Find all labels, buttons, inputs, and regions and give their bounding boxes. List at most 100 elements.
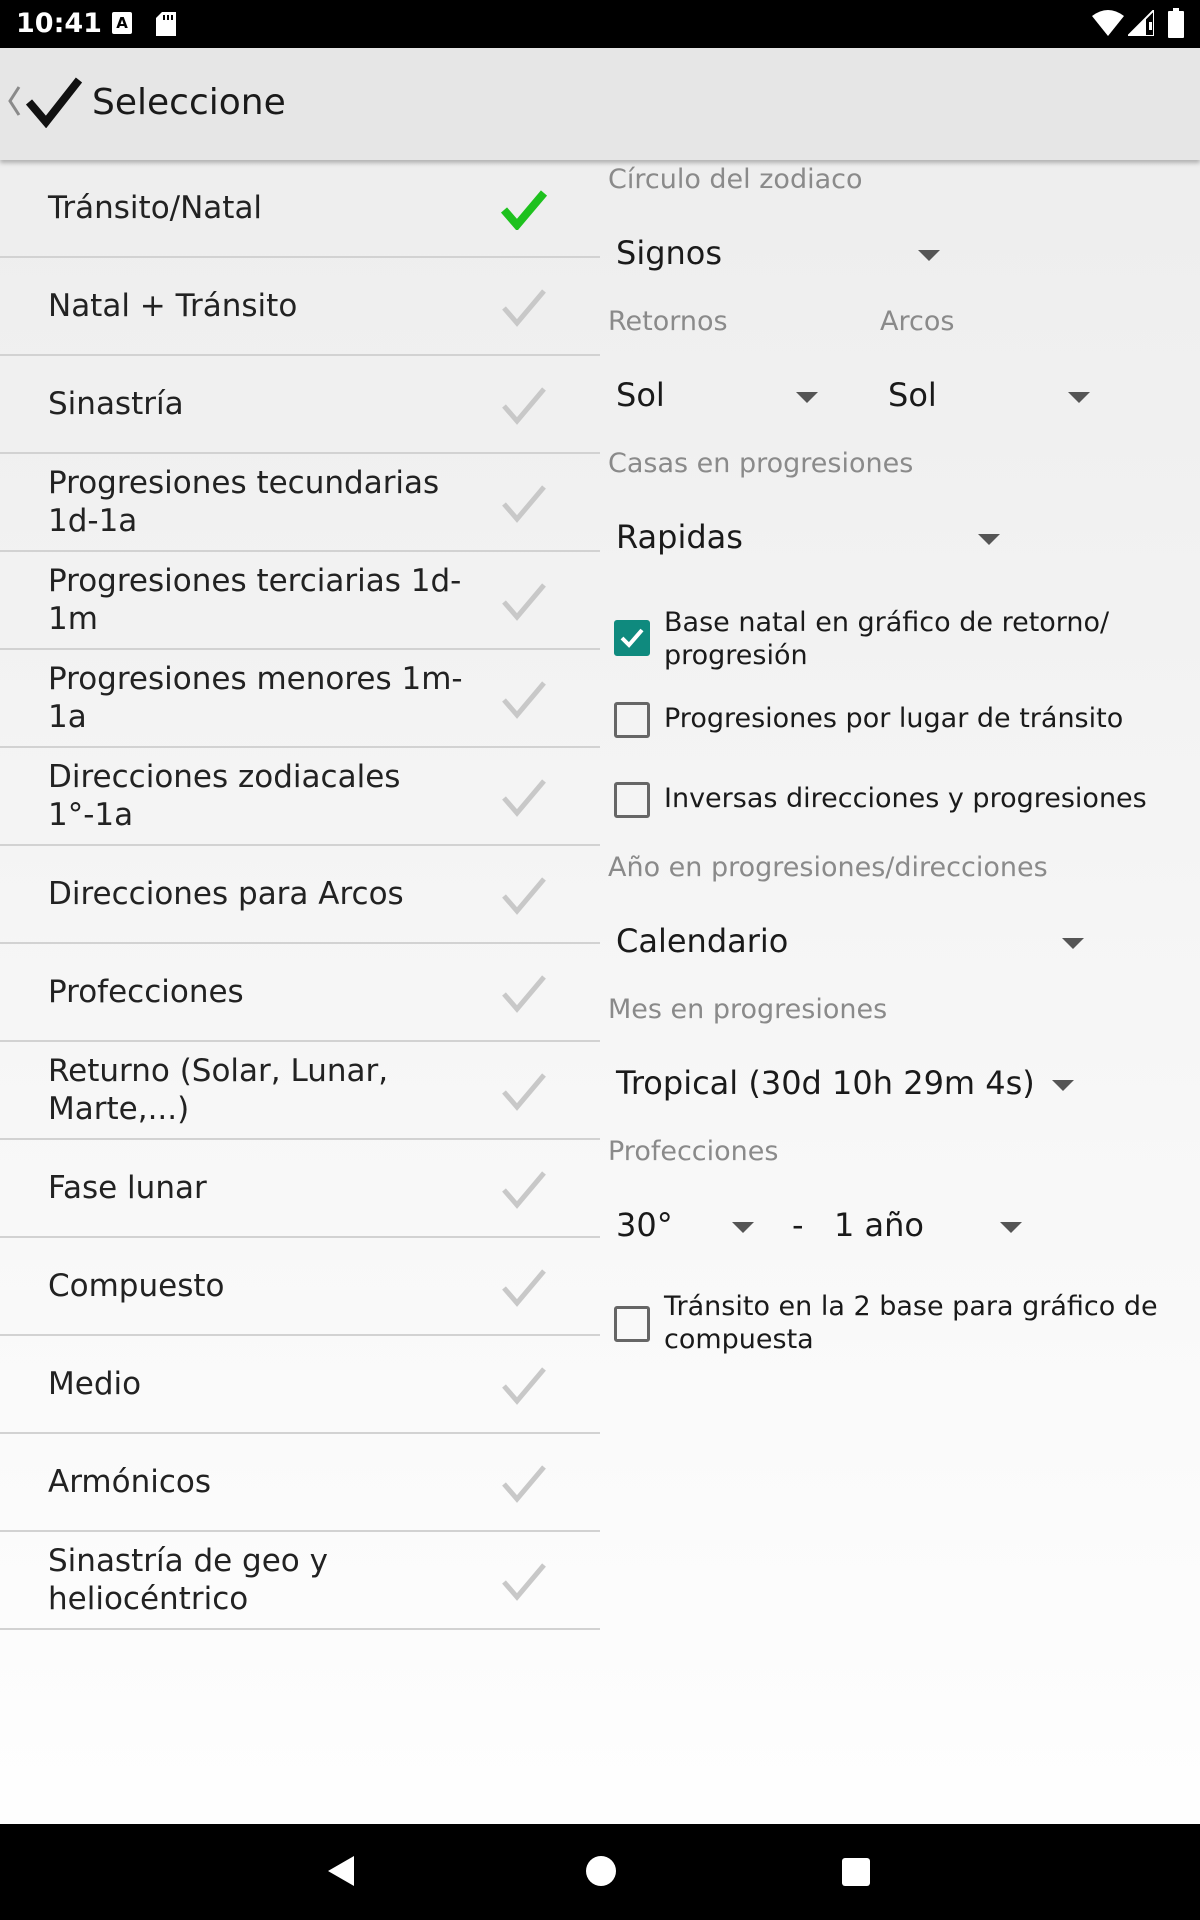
chart-type-list: Tránsito/Natal Natal + Tránsito Sinastrí… [0,160,600,1630]
list-item-compuesto[interactable]: Compuesto [0,1238,600,1336]
list-item-label: Sinastría [48,386,184,422]
list-item-label: Returno (Solar, Lunar, Marte,...) [48,1053,389,1127]
year-value: Calendario [616,922,789,960]
check-icon [620,628,644,648]
wifi-icon [1092,10,1124,40]
list-item-progresiones-terciarias[interactable]: Progresiones terciarias 1d-1m [0,552,600,650]
houses-label: Casas en progresiones [608,448,914,479]
list-item-natal-transito[interactable]: Natal + Tránsito [0,258,600,356]
profection-degree-dropdown[interactable]: 30° [600,1198,770,1254]
chevron-down-icon [918,250,940,261]
list-item-label: Natal + Tránsito [48,288,298,324]
settings-panel: Círculo del zodiaco Signos Retornos Arco… [600,160,1200,1824]
battery-icon [1168,8,1184,42]
check-unselected-icon [500,972,548,1018]
zodiac-label: Círculo del zodiaco [608,164,863,195]
list-item-armonicos[interactable]: Armónicos [0,1434,600,1532]
chevron-down-icon [1068,392,1090,403]
check-selected-icon [500,188,548,234]
transit-place-checkbox-row[interactable]: Progresiones por lugar de tránsito [614,698,1174,742]
inverse-checkbox[interactable] [614,782,650,818]
transit-composite-checkbox-row[interactable]: Tránsito en la 2 base para gráfico de co… [614,1290,1174,1360]
list-item-progresiones-secundarias[interactable]: Progresiones tecundarias 1d-1a [0,454,600,552]
checkmark-icon[interactable] [25,76,83,132]
app-bar: Seleccione [0,48,1200,160]
list-item-label: Medio [48,1366,142,1402]
check-unselected-icon [500,1070,548,1116]
chevron-down-icon [796,392,818,403]
inverse-label: Inversas direcciones y progresiones [664,783,1147,814]
list-item-label: Progresiones tecundarias 1d-1a [48,465,440,539]
list-item-sinastria[interactable]: Sinastría [0,356,600,454]
list-item-sinastria-geo-helio[interactable]: Sinastría de geo y heliocéntrico [0,1532,600,1630]
check-unselected-icon [500,580,548,626]
houses-dropdown[interactable]: Rapidas [600,510,1010,566]
list-item-label: Progresiones menores 1m-1a [48,661,463,735]
arcs-dropdown[interactable]: Sol [872,368,1102,424]
list-item-label: Direcciones zodiacales 1°-1a [48,759,401,833]
list-item-direcciones-arcos[interactable]: Direcciones para Arcos [0,846,600,944]
check-unselected-icon [500,1560,548,1606]
check-unselected-icon [500,286,548,332]
zodiac-value: Signos [616,234,723,272]
navigation-bar [0,1824,1200,1920]
zodiac-dropdown[interactable]: Signos [600,226,950,282]
check-unselected-icon [500,678,548,724]
returns-dropdown[interactable]: Sol [600,368,830,424]
check-unselected-icon [500,1168,548,1214]
check-unselected-icon [500,384,548,430]
back-chevron-icon[interactable] [6,84,22,122]
check-unselected-icon [500,1266,548,1312]
transit-composite-checkbox[interactable] [614,1306,650,1342]
arcs-label: Arcos [880,306,955,337]
natal-base-checkbox-row[interactable]: Base natal en gráfico de retorno/ progre… [614,606,1174,676]
check-unselected-icon [500,482,548,528]
chevron-down-icon [978,534,1000,545]
chevron-down-icon [1000,1222,1022,1233]
year-label: Año en progresiones/direcciones [608,852,1048,883]
list-item-direcciones-zodiacales[interactable]: Direcciones zodiacales 1°-1a [0,748,600,846]
list-item-transito-natal[interactable]: Tránsito/Natal [0,160,600,258]
list-item-label: Direcciones para Arcos [48,876,404,912]
check-unselected-icon [500,1462,548,1508]
arcs-value: Sol [888,376,937,414]
list-item-profecciones[interactable]: Profecciones [0,944,600,1042]
profection-period-value: 1 año [834,1206,924,1244]
status-time: 10:41 [16,8,102,39]
transit-composite-label: Tránsito en la 2 base para gráfico de co… [664,1291,1158,1355]
natal-base-label: Base natal en gráfico de retorno/ progre… [664,607,1110,671]
nav-recents-icon[interactable] [842,1858,870,1886]
list-item-label: Progresiones terciarias 1d-1m [48,563,462,637]
profection-period-dropdown[interactable]: 1 año [818,1198,1078,1254]
profection-separator: - [792,1206,804,1244]
inverse-checkbox-row[interactable]: Inversas direcciones y progresiones [614,778,1174,822]
notification-a-icon: A [112,12,132,34]
transit-place-checkbox[interactable] [614,702,650,738]
houses-value: Rapidas [616,518,743,556]
list-item-label: Profecciones [48,974,244,1010]
transit-place-label: Progresiones por lugar de tránsito [664,703,1124,734]
signal-icon [1125,7,1155,40]
returns-label: Retornos [608,306,728,337]
nav-home-icon[interactable] [586,1856,616,1886]
year-dropdown[interactable]: Calendario [600,914,1090,970]
chevron-down-icon [1062,938,1084,949]
month-dropdown[interactable]: Tropical (30d 10h 29m 4s) [600,1056,1090,1112]
page-title: Seleccione [92,82,286,123]
month-label: Mes en progresiones [608,994,888,1025]
list-item-progresiones-menores[interactable]: Progresiones menores 1m-1a [0,650,600,748]
list-item-returno[interactable]: Returno (Solar, Lunar, Marte,...) [0,1042,600,1140]
chevron-down-icon [732,1222,754,1233]
list-item-fase-lunar[interactable]: Fase lunar [0,1140,600,1238]
list-item-medio[interactable]: Medio [0,1336,600,1434]
status-bar: 10:41 A [0,0,1200,48]
list-item-label: Compuesto [48,1268,225,1304]
profections-label: Profecciones [608,1136,779,1167]
sd-card-icon [156,12,176,36]
check-unselected-icon [500,1364,548,1410]
natal-base-checkbox[interactable] [614,620,650,656]
month-value: Tropical (30d 10h 29m 4s) [616,1064,1035,1102]
check-unselected-icon [500,776,548,822]
list-item-label: Fase lunar [48,1170,207,1206]
nav-back-icon[interactable] [326,1854,356,1892]
